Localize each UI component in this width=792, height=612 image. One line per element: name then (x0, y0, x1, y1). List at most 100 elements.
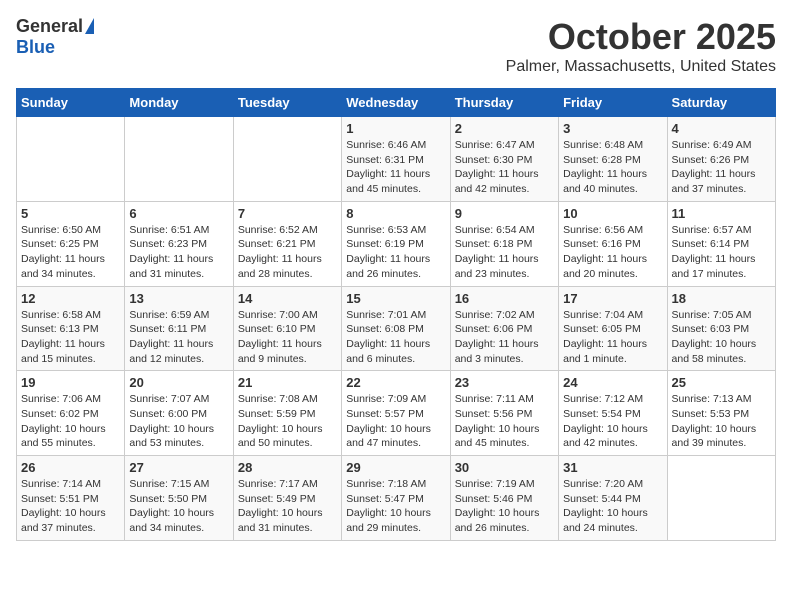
calendar-cell: 21 Sunrise: 7:08 AMSunset: 5:59 PMDayligh… (233, 371, 341, 456)
calendar-cell: 9 Sunrise: 6:54 AMSunset: 6:18 PMDaylight… (450, 201, 558, 286)
calendar-cell: 19Sunrise: 7:06 AMSunset: 6:02 PMDayligh… (17, 371, 125, 456)
calendar-cell: 10 Sunrise: 6:56 AMSunset: 6:16 PMDayligh… (559, 201, 667, 286)
calendar-cell: 13 Sunrise: 6:59 AMSunset: 6:11 PMDayligh… (125, 286, 233, 371)
calendar-cell: 11 Sunrise: 6:57 AMSunset: 6:14 PMDayligh… (667, 201, 775, 286)
header-sunday: Sunday (17, 89, 125, 117)
day-number: 9 (455, 206, 554, 221)
week-row-3: 19Sunrise: 7:06 AMSunset: 6:02 PMDayligh… (17, 371, 776, 456)
day-info: Sunrise: 6:51 AMSunset: 6:23 PMDaylight:… (129, 223, 228, 282)
calendar-cell: 15 Sunrise: 7:01 AMSunset: 6:08 PMDayligh… (342, 286, 450, 371)
day-info: Sunrise: 7:09 AMSunset: 5:57 PMDaylight:… (346, 392, 445, 451)
calendar-cell (233, 117, 341, 202)
day-number: 17 (563, 291, 662, 306)
day-number: 8 (346, 206, 445, 221)
day-number: 12 (21, 291, 120, 306)
calendar-cell: 3 Sunrise: 6:48 AMSunset: 6:28 PMDaylight… (559, 117, 667, 202)
calendar-cell: 30 Sunrise: 7:19 AMSunset: 5:46 PMDayligh… (450, 456, 558, 541)
calendar-cell: 6 Sunrise: 6:51 AMSunset: 6:23 PMDaylight… (125, 201, 233, 286)
calendar-cell: 27 Sunrise: 7:15 AMSunset: 5:50 PMDayligh… (125, 456, 233, 541)
day-info: Sunrise: 7:04 AMSunset: 6:05 PMDaylight:… (563, 308, 662, 367)
header-monday: Monday (125, 89, 233, 117)
calendar-cell: 24Sunrise: 7:12 AMSunset: 5:54 PMDayligh… (559, 371, 667, 456)
day-info: Sunrise: 6:47 AMSunset: 6:30 PMDaylight:… (455, 138, 554, 197)
calendar-cell: 22 Sunrise: 7:09 AMSunset: 5:57 PMDayligh… (342, 371, 450, 456)
day-number: 10 (563, 206, 662, 221)
logo-triangle-icon (85, 18, 94, 34)
calendar-cell (667, 456, 775, 541)
header-tuesday: Tuesday (233, 89, 341, 117)
calendar-cell: 2 Sunrise: 6:47 AMSunset: 6:30 PMDaylight… (450, 117, 558, 202)
day-info: Sunrise: 7:19 AMSunset: 5:46 PMDaylight:… (455, 477, 554, 536)
day-number: 30 (455, 460, 554, 475)
calendar-cell: 7 Sunrise: 6:52 AMSunset: 6:21 PMDaylight… (233, 201, 341, 286)
day-number: 7 (238, 206, 337, 221)
day-info: Sunrise: 7:01 AMSunset: 6:08 PMDaylight:… (346, 308, 445, 367)
month-title: October 2025 (506, 16, 776, 58)
calendar-cell: 12Sunrise: 6:58 AMSunset: 6:13 PMDayligh… (17, 286, 125, 371)
day-number: 3 (563, 121, 662, 136)
calendar-cell: 26Sunrise: 7:14 AMSunset: 5:51 PMDayligh… (17, 456, 125, 541)
header-wednesday: Wednesday (342, 89, 450, 117)
week-row-2: 12Sunrise: 6:58 AMSunset: 6:13 PMDayligh… (17, 286, 776, 371)
header-friday: Friday (559, 89, 667, 117)
logo-general: General (16, 16, 83, 37)
day-number: 23 (455, 375, 554, 390)
day-info: Sunrise: 7:08 AMSunset: 5:59 PMDaylight:… (238, 392, 337, 451)
day-number: 29 (346, 460, 445, 475)
calendar-cell: 23 Sunrise: 7:11 AMSunset: 5:56 PMDayligh… (450, 371, 558, 456)
week-row-0: 1Sunrise: 6:46 AMSunset: 6:31 PMDaylight… (17, 117, 776, 202)
day-info: Sunrise: 7:15 AMSunset: 5:50 PMDaylight:… (129, 477, 228, 536)
day-number: 13 (129, 291, 228, 306)
day-number: 5 (21, 206, 120, 221)
day-number: 15 (346, 291, 445, 306)
calendar-cell: 8Sunrise: 6:53 AMSunset: 6:19 PMDaylight… (342, 201, 450, 286)
header: General Blue October 2025 Palmer, Massac… (16, 16, 776, 76)
day-number: 27 (129, 460, 228, 475)
calendar-header: SundayMondayTuesdayWednesdayThursdayFrid… (17, 89, 776, 117)
day-number: 21 (238, 375, 337, 390)
day-number: 14 (238, 291, 337, 306)
week-row-1: 5 Sunrise: 6:50 AMSunset: 6:25 PMDaylight… (17, 201, 776, 286)
day-info: Sunrise: 7:07 AMSunset: 6:00 PMDaylight:… (129, 392, 228, 451)
day-number: 25 (672, 375, 771, 390)
day-number: 2 (455, 121, 554, 136)
calendar-cell: 29Sunrise: 7:18 AMSunset: 5:47 PMDayligh… (342, 456, 450, 541)
calendar-cell: 28 Sunrise: 7:17 AMSunset: 5:49 PMDayligh… (233, 456, 341, 541)
day-number: 19 (21, 375, 120, 390)
day-number: 28 (238, 460, 337, 475)
day-number: 1 (346, 121, 445, 136)
day-number: 22 (346, 375, 445, 390)
day-info: Sunrise: 6:56 AMSunset: 6:16 PMDaylight:… (563, 223, 662, 282)
logo-blue: Blue (16, 37, 55, 57)
calendar-cell: 18Sunrise: 7:05 AMSunset: 6:03 PMDayligh… (667, 286, 775, 371)
calendar-cell: 25 Sunrise: 7:13 AMSunset: 5:53 PMDayligh… (667, 371, 775, 456)
day-info: Sunrise: 6:52 AMSunset: 6:21 PMDaylight:… (238, 223, 337, 282)
day-info: Sunrise: 7:17 AMSunset: 5:49 PMDaylight:… (238, 477, 337, 536)
day-info: Sunrise: 7:05 AMSunset: 6:03 PMDaylight:… (672, 308, 771, 367)
calendar-cell: 31Sunrise: 7:20 AMSunset: 5:44 PMDayligh… (559, 456, 667, 541)
day-info: Sunrise: 6:48 AMSunset: 6:28 PMDaylight:… (563, 138, 662, 197)
day-info: Sunrise: 6:54 AMSunset: 6:18 PMDaylight:… (455, 223, 554, 282)
day-number: 16 (455, 291, 554, 306)
calendar-table: SundayMondayTuesdayWednesdayThursdayFrid… (16, 88, 776, 541)
day-info: Sunrise: 7:02 AMSunset: 6:06 PMDaylight:… (455, 308, 554, 367)
calendar-body: 1Sunrise: 6:46 AMSunset: 6:31 PMDaylight… (17, 117, 776, 541)
day-info: Sunrise: 6:57 AMSunset: 6:14 PMDaylight:… (672, 223, 771, 282)
calendar-cell: 16 Sunrise: 7:02 AMSunset: 6:06 PMDayligh… (450, 286, 558, 371)
day-number: 6 (129, 206, 228, 221)
day-info: Sunrise: 7:13 AMSunset: 5:53 PMDaylight:… (672, 392, 771, 451)
day-info: Sunrise: 7:11 AMSunset: 5:56 PMDaylight:… (455, 392, 554, 451)
header-thursday: Thursday (450, 89, 558, 117)
calendar-cell: 5 Sunrise: 6:50 AMSunset: 6:25 PMDaylight… (17, 201, 125, 286)
day-number: 11 (672, 206, 771, 221)
header-saturday: Saturday (667, 89, 775, 117)
day-number: 20 (129, 375, 228, 390)
day-info: Sunrise: 6:50 AMSunset: 6:25 PMDaylight:… (21, 223, 120, 282)
calendar-cell (125, 117, 233, 202)
day-number: 4 (672, 121, 771, 136)
calendar-cell: 4Sunrise: 6:49 AMSunset: 6:26 PMDaylight… (667, 117, 775, 202)
day-info: Sunrise: 6:59 AMSunset: 6:11 PMDaylight:… (129, 308, 228, 367)
logo: General Blue (16, 16, 94, 58)
day-info: Sunrise: 7:12 AMSunset: 5:54 PMDaylight:… (563, 392, 662, 451)
title-area: October 2025 Palmer, Massachusetts, Unit… (506, 16, 776, 76)
